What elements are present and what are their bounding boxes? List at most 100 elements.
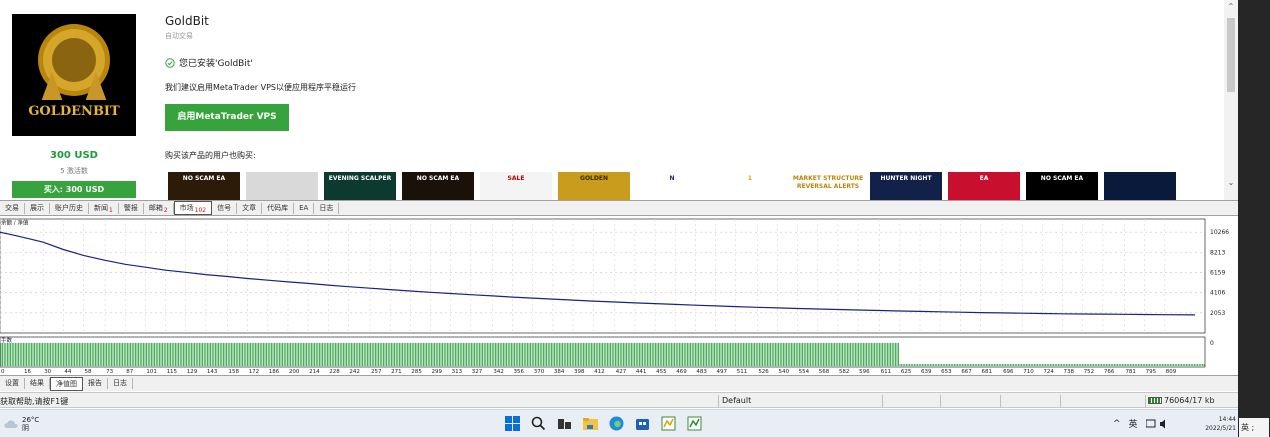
windows-start-icon[interactable] [504, 415, 521, 432]
related-product-label: 1 [747, 175, 753, 182]
equity-point [145, 266, 146, 268]
equity-point [837, 309, 839, 310]
tab-badge: 1 [109, 206, 113, 214]
product-title: GoldBit [165, 14, 209, 28]
ime-indicator[interactable]: 英 ; [1239, 418, 1269, 437]
related-product-thumb[interactable]: GOLDEN [558, 172, 630, 200]
tester-tab[interactable]: 结果 [25, 378, 50, 389]
product-logo: GOLDENBIT [12, 14, 136, 136]
terminal-tab[interactable]: 文章 [237, 202, 263, 214]
tester-tab-label: 净值图 [56, 379, 77, 388]
equity-point [267, 279, 269, 281]
product-scrollbar[interactable]: ⌃ ⌄ [1224, 0, 1238, 200]
file-explorer-icon[interactable] [582, 415, 599, 432]
clock[interactable]: 14:44 2022/5/21 [1204, 415, 1236, 433]
related-product-thumb[interactable]: HUNTER NIGHT [870, 172, 942, 200]
related-product-thumb[interactable]: NO SCAM EA [402, 172, 474, 200]
windows-taskbar: 26°C 阴 ^ 英 14:44 2022/5/21 [0, 409, 1238, 437]
related-product-thumb[interactable]: NO SCAM EA [168, 172, 240, 200]
status-profile[interactable]: Default [722, 396, 751, 405]
mt4-window: GOLDENBIT 300 USD 5 激活数 买入: 300 USD Gold… [0, 0, 1270, 437]
related-product-thumb[interactable]: EA [948, 172, 1020, 200]
chevron-up-icon[interactable]: ^ [1113, 419, 1121, 429]
equity-point [104, 260, 106, 261]
installed-status: 您已安装'GoldBit' [165, 56, 253, 69]
network-volume-icon[interactable] [1145, 419, 1168, 429]
edge-browser-icon[interactable] [608, 415, 625, 432]
tester-tab[interactable]: 报告 [83, 378, 108, 389]
terminal-tab[interactable]: 市场102 [173, 201, 213, 215]
desktop-edge [1238, 0, 1270, 437]
equity-point [14, 235, 15, 236]
metatrader-app-icon[interactable] [686, 415, 703, 432]
related-product-thumb[interactable]: MARKET STRUCTURE REVERSAL ALERTS [792, 172, 864, 200]
related-product-thumb[interactable]: SALE [480, 172, 552, 200]
terminal-tab-label: 文章 [242, 203, 257, 212]
related-product-label: NO SCAM EA [416, 175, 460, 182]
terminal-tab[interactable]: 交易 [0, 202, 25, 214]
terminal-tab[interactable]: 邮箱2 [144, 202, 174, 214]
product-price: 300 USD [50, 150, 98, 161]
related-product-label: HUNTER NIGHT [880, 175, 932, 182]
search-icon[interactable] [530, 415, 547, 432]
metatrader-app-icon[interactable] [660, 415, 677, 432]
system-tray: ^ 英 [1113, 417, 1168, 430]
equity-point [899, 310, 901, 312]
tester-tab[interactable]: 日志 [108, 378, 133, 389]
related-product-thumb[interactable] [1104, 172, 1176, 200]
product-category: 自动交易 [165, 32, 193, 40]
terminal-tab[interactable]: 展示 [25, 202, 50, 214]
equity-point [757, 306, 758, 308]
status-separator [940, 395, 941, 407]
equity-point [857, 309, 859, 311]
task-view-icon[interactable] [556, 415, 573, 432]
related-product-thumb[interactable] [246, 172, 318, 200]
activations-count: 5 激活数 [60, 167, 88, 175]
terminal-tab[interactable]: 账户历史 [50, 202, 89, 214]
equity-point [1042, 313, 1043, 314]
status-separator [718, 395, 719, 407]
equity-point [919, 311, 921, 312]
equity-point [1021, 312, 1023, 314]
equity-point [552, 298, 554, 300]
equity-point [1194, 314, 1196, 316]
store-icon[interactable] [634, 415, 651, 432]
equity-point [614, 301, 616, 303]
equity-chart: 10266 8213 6159 4106 2053 0 0 16 30 44 58 73 87 101 11… [0, 217, 1238, 375]
enable-vps-button[interactable]: 启用MetaTrader VPS [165, 104, 289, 131]
terminal-tab[interactable]: 新闻1 [89, 202, 119, 214]
input-language[interactable]: 英 [1129, 417, 1138, 430]
scrollbar-thumb[interactable] [1227, 18, 1235, 92]
terminal-tab[interactable]: 日志 [314, 202, 340, 214]
terminal-tab-label: EA [299, 203, 309, 212]
connection-bars-icon [1148, 397, 1162, 404]
equity-point [1001, 312, 1003, 314]
tester-tabs: 设置 结果 净值图 报告 日志 [0, 375, 1238, 391]
equity-point [42, 241, 44, 243]
terminal-tab[interactable]: 信号 [212, 202, 238, 214]
buy-button[interactable]: 买入: 300 USD [12, 181, 136, 198]
y-tick-label: 4106 [1210, 290, 1225, 297]
tester-tab[interactable]: 净值图 [50, 376, 83, 391]
equity-point [450, 293, 451, 294]
equity-point [185, 272, 187, 273]
equity-point [287, 281, 289, 283]
related-product-thumb[interactable]: N [636, 172, 708, 200]
weather-widget[interactable]: 26°C 阴 [4, 416, 39, 432]
scroll-up-icon[interactable]: ⌃ [1224, 2, 1238, 11]
related-product-thumb[interactable]: EVENING SCALPER [324, 172, 396, 200]
terminal-tab[interactable]: 警报 [119, 202, 144, 214]
equity-point [492, 295, 493, 297]
equity-point [879, 310, 880, 311]
tester-tab[interactable]: 设置 [0, 378, 25, 389]
terminal-tab-label: 账户历史 [55, 203, 83, 212]
terminal-tab[interactable]: EA [294, 202, 315, 214]
terminal-tab-label: 警报 [123, 203, 138, 212]
terminal-tab[interactable]: 代码库 [262, 202, 295, 214]
scroll-down-icon[interactable]: ⌄ [1224, 178, 1238, 187]
related-product-thumb[interactable]: 1 [714, 172, 786, 200]
equity-point [327, 284, 329, 286]
equity-point [389, 289, 391, 290]
related-product-thumb[interactable]: NO SCAM EA [1026, 172, 1098, 200]
traffic-text: 76064/17 kb [1164, 396, 1215, 405]
